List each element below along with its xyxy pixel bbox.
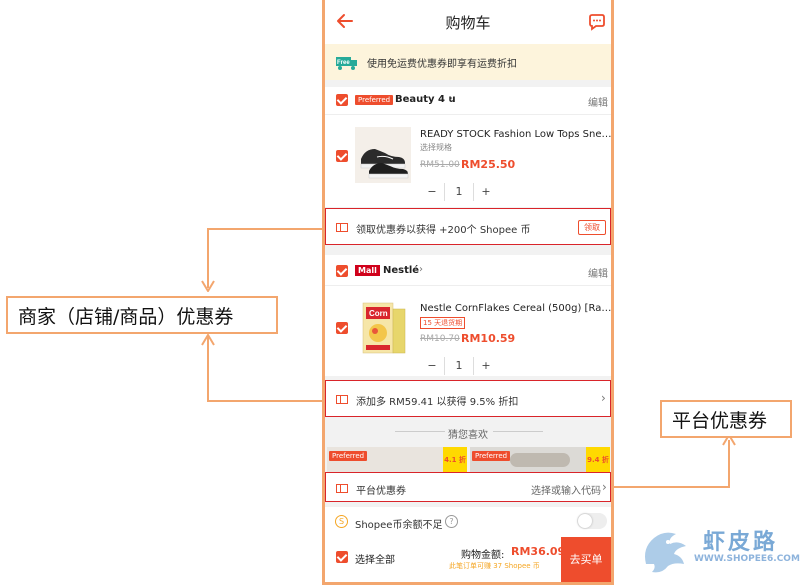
recommend-tile[interactable]: Preferred 9.4 折 xyxy=(470,447,610,473)
total-value: RM36.09 xyxy=(511,545,566,558)
edit-button[interactable]: 编辑 xyxy=(588,265,608,280)
voucher-icon xyxy=(336,484,348,493)
increase-button[interactable]: + xyxy=(474,183,498,201)
checkout-button[interactable]: 去买单 xyxy=(561,537,611,582)
quantity-value[interactable]: 1 xyxy=(444,183,474,201)
preferred-badge: Preferred xyxy=(472,451,511,461)
divider xyxy=(325,285,611,286)
watermark-url: WWW.SHOPEE6.COM xyxy=(694,554,800,564)
product-name[interactable]: READY STOCK Fashion Low Tops Sneak... xyxy=(420,129,611,140)
product-image-sneakers[interactable] xyxy=(355,127,411,183)
original-price: RM10.70 xyxy=(420,334,460,344)
shop-checkbox[interactable] xyxy=(336,94,348,106)
shop-card-beauty4u: Preferred Beauty 4 u › 编辑 READY STOCK Fa… xyxy=(325,87,611,207)
shop-checkbox[interactable] xyxy=(336,265,348,277)
free-shipping-truck-icon: Free xyxy=(335,53,359,71)
product-variant[interactable]: 选择规格 xyxy=(420,142,452,153)
discount-tag: 9.4 折 xyxy=(586,447,610,473)
product-name[interactable]: Nestle CornFlakes Cereal (500g) [Raya... xyxy=(420,303,611,314)
increase-button[interactable]: + xyxy=(474,357,498,375)
free-badge-text: Free xyxy=(337,60,350,66)
product-thumbnail xyxy=(510,453,570,467)
platform-voucher-row[interactable]: 平台优惠券 选择或输入代码 › xyxy=(325,472,611,502)
recommend-title: 猜您喜欢 xyxy=(448,430,488,441)
arrow-down-icon xyxy=(201,280,215,292)
platform-voucher-label: 平台优惠券 xyxy=(356,486,406,497)
voucher-icon xyxy=(336,395,348,404)
select-all-label[interactable]: 选择全部 xyxy=(355,551,395,566)
product-image-cornflakes[interactable]: Corn xyxy=(359,299,409,357)
watermark-title: 虾皮路 xyxy=(703,530,779,555)
shop-discount-row[interactable]: 添加多 RM59.41 以获得 9.5% 折扣 › xyxy=(325,380,611,417)
banner-text: 使用免运费优惠券即享有运费折扣 xyxy=(367,59,517,70)
chat-icon[interactable] xyxy=(587,12,607,32)
coins-earn-note: 此笔订单可赚 37 Shopee 币 xyxy=(449,562,540,570)
quantity-stepper: −1 + xyxy=(420,183,500,201)
shop-voucher-callout: 商家（店铺/商品）优惠券 xyxy=(6,296,278,334)
preferred-badge: Preferred xyxy=(355,95,394,105)
quantity-value[interactable]: 1 xyxy=(444,357,474,375)
coin-icon: S xyxy=(335,515,348,528)
quantity-stepper: −1 + xyxy=(420,357,500,375)
shop-name[interactable]: Nestlé xyxy=(383,265,419,276)
info-icon[interactable]: ? xyxy=(445,515,458,528)
chevron-right-icon[interactable]: › xyxy=(601,391,606,405)
decrease-button[interactable]: − xyxy=(420,357,444,375)
coins-text: Shopee币余额不足 xyxy=(355,520,443,531)
voucher-text: 领取优惠券以获得 +200个 Shopee 币 xyxy=(356,225,531,236)
shop-card-nestle: Mall Nestlé › 编辑 Corn Nestle CornFlakes … xyxy=(325,255,611,376)
divider xyxy=(493,431,543,432)
phone-frame: 购物车 Free 使用免运费优惠券即享有运费折扣 Preferred Beaut… xyxy=(322,0,614,585)
total-label: 购物金额: xyxy=(461,550,505,561)
callout-connector xyxy=(207,336,209,402)
callout-connector xyxy=(207,228,325,230)
dragon-logo-icon xyxy=(645,532,686,573)
page-title: 购物车 xyxy=(445,14,491,32)
toggle-knob xyxy=(578,514,592,528)
chevron-right-icon[interactable]: › xyxy=(602,480,607,494)
product-checkbox[interactable] xyxy=(336,322,348,334)
voucher-text: 添加多 RM59.41 以获得 9.5% 折扣 xyxy=(356,397,519,408)
sale-price: RM25.50 xyxy=(461,158,516,171)
decrease-button[interactable]: − xyxy=(420,183,444,201)
recommend-tile[interactable]: Preferred 4.1 折 xyxy=(327,447,467,473)
discount-tag: 4.1 折 xyxy=(443,447,467,473)
svg-text:Corn: Corn xyxy=(369,309,388,318)
return-policy-tag: 15 天退货期 xyxy=(420,317,466,329)
shop-name[interactable]: Beauty 4 u xyxy=(395,94,456,105)
callout-connector xyxy=(612,486,730,488)
chevron-right-icon[interactable]: › xyxy=(419,264,423,275)
mall-badge: Mall xyxy=(355,265,380,276)
recommend-header: 猜您喜欢 xyxy=(325,417,611,447)
sale-price: RM10.59 xyxy=(461,332,516,345)
select-all-checkbox[interactable] xyxy=(336,551,348,563)
coins-toggle[interactable] xyxy=(577,513,607,529)
shop-voucher-row[interactable]: 领取优惠券以获得 +200个 Shopee 币 领取 xyxy=(325,208,611,245)
divider xyxy=(325,114,611,115)
edit-button[interactable]: 编辑 xyxy=(588,94,608,109)
callout-connector xyxy=(728,440,730,488)
voucher-icon xyxy=(336,223,348,232)
free-shipping-banner[interactable]: Free 使用免运费优惠券即享有运费折扣 xyxy=(325,44,611,80)
platform-voucher-callout: 平台优惠券 xyxy=(660,400,792,438)
preferred-badge: Preferred xyxy=(329,451,368,461)
platform-voucher-action[interactable]: 选择或输入代码 xyxy=(531,482,601,497)
coins-row: S Shopee币余额不足 ? xyxy=(325,507,611,538)
checkout-footer: 选择全部 购物金额: RM36.09 此笔订单可赚 37 Shopee 币 去买… xyxy=(325,537,611,582)
claim-voucher-button[interactable]: 领取 xyxy=(578,220,606,235)
product-checkbox[interactable] xyxy=(336,150,348,162)
original-price: RM51.00 xyxy=(420,160,460,170)
callout-connector xyxy=(207,400,325,402)
callout-connector xyxy=(207,228,209,288)
top-bar: 购物车 xyxy=(325,0,611,45)
chevron-right-icon[interactable]: › xyxy=(449,93,453,104)
